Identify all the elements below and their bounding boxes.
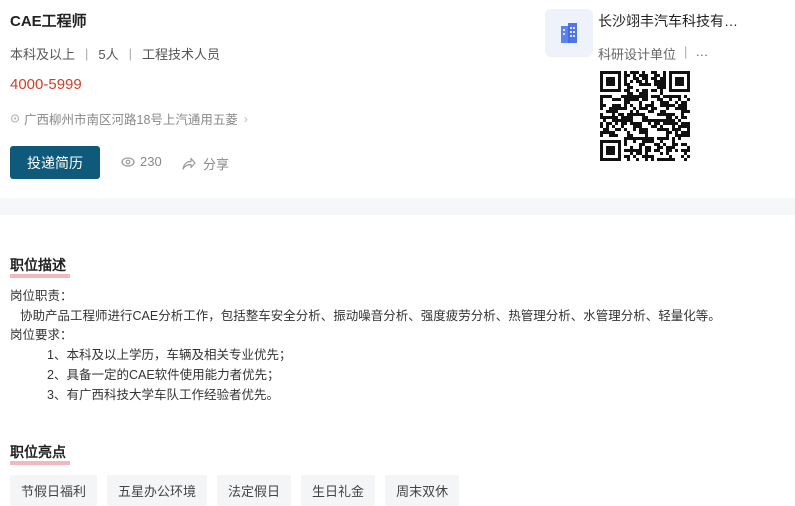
location-pin-icon — [10, 113, 20, 123]
job-address[interactable]: 广西柳州市南区河路18号上汽通用五菱 › — [10, 109, 248, 128]
meta-separator: | — [85, 46, 89, 61]
highlight-tag: 周末双休 — [385, 475, 460, 506]
description-line: 1、本科及以上学历，车辆及相关专业优先； — [47, 348, 292, 363]
highlight-tag: 法定假日 — [217, 475, 292, 506]
company-type-more: … — [695, 44, 709, 59]
highlight-tags: 节假日福利 五星办公环境 法定假日 生日礼金 周末双休 — [10, 475, 469, 506]
address-text: 广西柳州市南区河路18号上汽通用五菱 — [24, 113, 238, 127]
job-title: CAE工程师 — [10, 13, 87, 30]
eye-icon — [121, 156, 135, 167]
view-count-value: 230 — [140, 154, 162, 169]
description-line: 协助产品工程师进行CAE分析工作，包括整车安全分析、振动噪音分析、强度疲劳分析、… — [20, 308, 721, 323]
company-name[interactable]: 长沙翊丰汽车科技有… — [598, 11, 788, 31]
company-type: 科研设计单位 | … — [598, 44, 708, 63]
job-description-title: 职位描述 — [10, 255, 70, 278]
highlight-tag: 五星办公环境 — [107, 475, 208, 506]
job-meta: 本科及以上 | 5人 | 工程技术人员 — [10, 44, 220, 63]
company-logo[interactable] — [545, 9, 593, 57]
share-icon — [182, 157, 196, 170]
headcount: 5人 — [98, 47, 119, 62]
description-line: 3、有广西科技大学车队工作经验者优先。 — [47, 387, 279, 402]
education-requirement: 本科及以上 — [10, 47, 76, 62]
description-line: 岗位要求： — [10, 328, 73, 343]
highlight-tag: 节假日福利 — [10, 475, 98, 506]
share-button[interactable]: 分享 — [182, 154, 229, 173]
job-description: 岗位职责： 协助产品工程师进行CAE分析工作，包括整车安全分析、振动噪音分析、强… — [10, 287, 721, 405]
highlight-tag: 生日礼金 — [301, 475, 376, 506]
chevron-right-icon: › — [243, 111, 248, 126]
section-divider — [0, 198, 795, 215]
job-category: 工程技术人员 — [142, 47, 221, 62]
view-count: 230 — [121, 154, 162, 169]
company-type-label: 科研设计单位 — [598, 47, 677, 62]
qr-code — [600, 71, 690, 161]
job-highlights-title: 职位亮点 — [10, 442, 70, 465]
salary: 4000-5999 — [10, 76, 82, 93]
meta-separator: | — [684, 44, 688, 59]
description-line: 岗位职责： — [10, 289, 73, 303]
job-header: CAE工程师 本科及以上 | 5人 | 工程技术人员 4000-5999 广西柳… — [0, 0, 795, 198]
description-line: 2、具备一定的CAE软件使用能力者优先； — [47, 367, 280, 382]
share-label: 分享 — [203, 157, 230, 172]
meta-separator: | — [128, 46, 133, 61]
apply-button[interactable]: 投递简历 — [10, 146, 100, 179]
building-icon — [561, 23, 577, 43]
